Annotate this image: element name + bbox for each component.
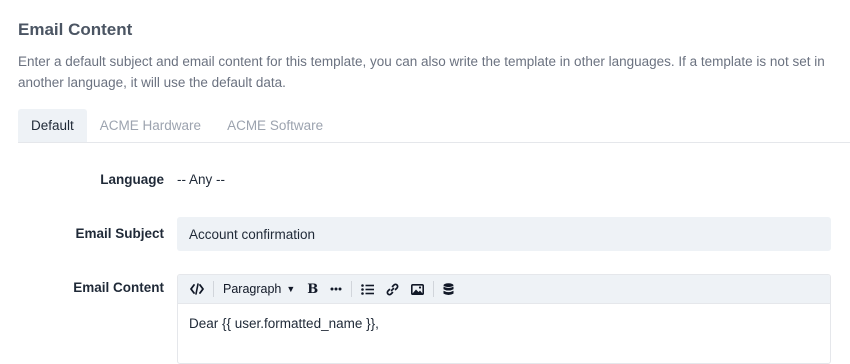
- bold-icon: B: [307, 281, 319, 297]
- language-label: Language: [100, 172, 164, 187]
- toolbar-divider: [351, 281, 353, 297]
- bullet-list-button[interactable]: [355, 278, 380, 300]
- database-icon: [443, 282, 454, 296]
- caret-down-icon: ▼: [286, 284, 296, 294]
- language-tabs: Default ACME Hardware ACME Software: [18, 109, 850, 143]
- section-title: Email Content: [18, 20, 133, 39]
- bold-button[interactable]: B: [301, 278, 324, 300]
- editor-content-area[interactable]: Dear {{ user.formatted_name }},: [178, 304, 830, 343]
- tab-acme-hardware[interactable]: ACME Hardware: [87, 109, 214, 142]
- insert-link-button[interactable]: [380, 278, 405, 300]
- insert-variable-button[interactable]: [437, 278, 460, 300]
- tab-acme-software[interactable]: ACME Software: [214, 109, 336, 142]
- email-subject-label: Email Subject: [75, 226, 164, 241]
- more-icon: [330, 287, 342, 291]
- email-subject-input[interactable]: [177, 217, 831, 251]
- editor-content-text: Dear {{ user.formatted_name }},: [189, 316, 379, 331]
- code-view-button[interactable]: [184, 278, 210, 300]
- paragraph-format-label: Paragraph: [223, 282, 282, 296]
- more-options-button[interactable]: [324, 278, 348, 300]
- insert-image-button[interactable]: [405, 278, 430, 300]
- email-content-label: Email Content: [73, 280, 164, 295]
- language-value: -- Any --: [177, 172, 226, 187]
- list-icon: [361, 283, 375, 295]
- paragraph-format-dropdown[interactable]: Paragraph ▼: [217, 278, 301, 300]
- toolbar-divider: [433, 281, 435, 297]
- image-icon: [411, 283, 425, 295]
- email-content-editor: Paragraph ▼ B Dear {{user.formatted_nam…: [177, 274, 831, 364]
- section-description: Enter a default subject and email conten…: [18, 54, 825, 90]
- link-icon: [386, 283, 399, 296]
- tab-default[interactable]: Default: [18, 109, 87, 142]
- toolbar-divider: [213, 281, 214, 297]
- code-icon: [190, 283, 204, 295]
- editor-toolbar: Paragraph ▼ B: [178, 275, 830, 304]
